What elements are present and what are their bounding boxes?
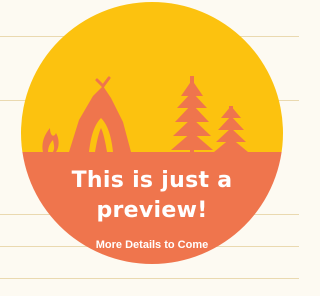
divider <box>0 278 299 279</box>
preview-badge: This is just a preview! More Details to … <box>21 2 283 264</box>
preview-title: This is just a preview! <box>71 168 233 223</box>
preview-subtitle: More Details to Come <box>95 239 209 251</box>
preview-page: This is just a preview! More Details to … <box>0 0 299 296</box>
badge-sky <box>21 2 283 152</box>
